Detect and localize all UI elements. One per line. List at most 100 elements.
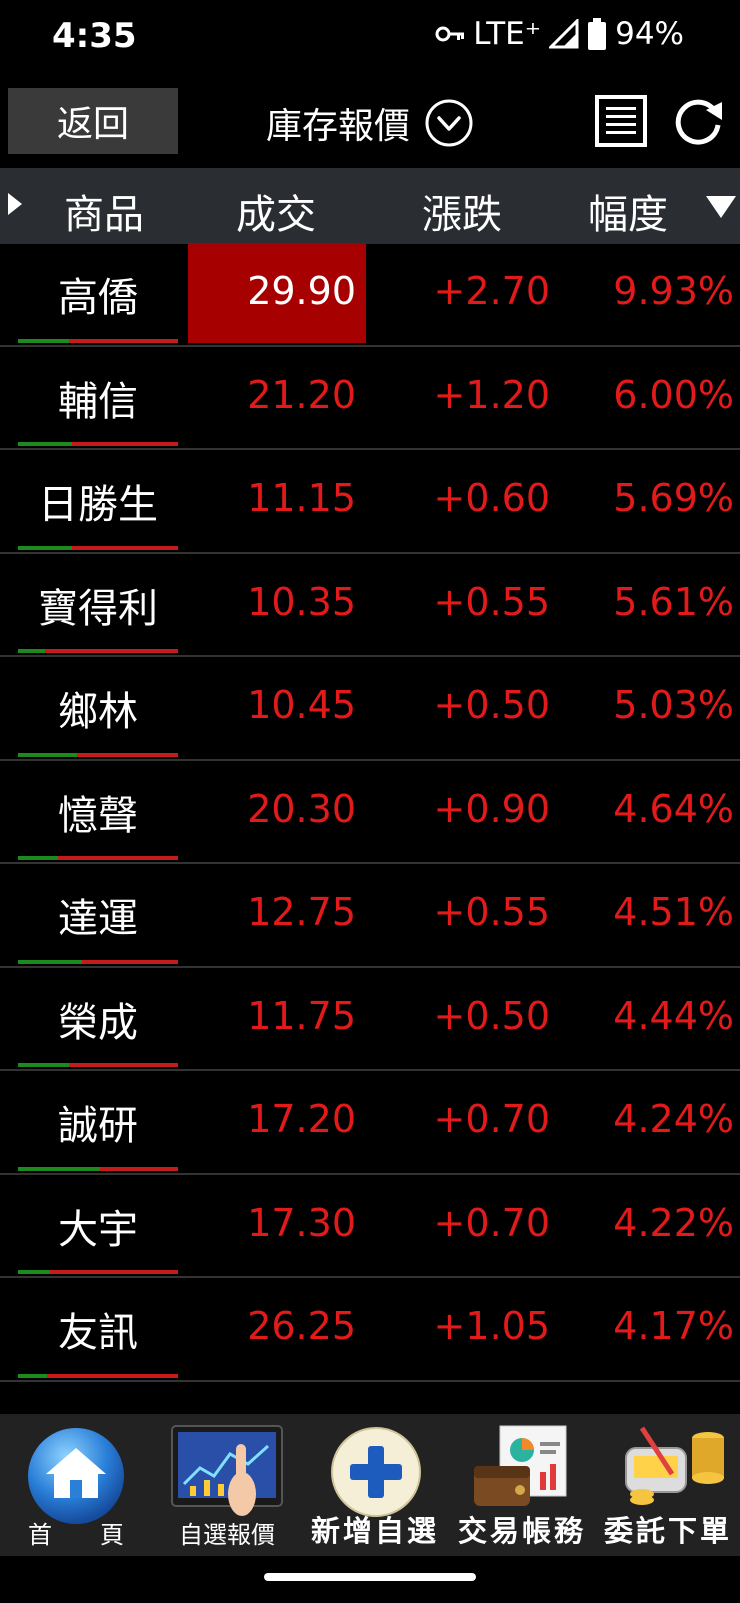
- nav-add-watchlist[interactable]: 新增自選: [302, 1414, 448, 1556]
- ratio-red-segment: [72, 545, 178, 550]
- price-cell: 21.20: [188, 347, 366, 447]
- column-product[interactable]: 商品: [64, 182, 144, 240]
- refresh-icon[interactable]: [672, 94, 726, 148]
- stock-name: 榮成: [58, 999, 138, 1046]
- nav-order-label: 委託下單: [603, 1514, 732, 1548]
- stock-percent: 4.22%: [613, 1200, 734, 1245]
- price-cell: 11.75: [188, 968, 366, 1068]
- stock-name: 寶得利: [38, 585, 158, 632]
- stock-name: 憶聲: [58, 792, 138, 839]
- buy-sell-ratio-bar: [18, 545, 178, 550]
- stock-change: +1.05: [433, 1304, 550, 1348]
- ratio-red-segment: [72, 442, 178, 446]
- stock-row[interactable]: 友訊 26.25 +1.05 4.17%: [0, 1278, 740, 1382]
- price-cell: 17.20: [188, 1071, 366, 1171]
- page-title: 庫存報價: [266, 106, 411, 147]
- price-cell: 17.30: [188, 1175, 366, 1275]
- stock-row[interactable]: 日勝生 11.15 +0.60 5.69%: [0, 450, 740, 554]
- network-type: LTE⁺: [473, 16, 542, 52]
- nav-watchlist[interactable]: 自選報價: [152, 1414, 302, 1556]
- stock-row[interactable]: 榮成 11.75 +0.50 4.44%: [0, 968, 740, 1071]
- stock-price: 10.35: [247, 579, 356, 624]
- stock-percent: 9.93%: [613, 269, 734, 313]
- home-icon: [28, 1428, 124, 1524]
- ratio-red-segment: [82, 959, 178, 964]
- stock-row[interactable]: 達運 12.75 +0.55 4.51%: [0, 864, 740, 968]
- price-cell: 26.25: [188, 1278, 366, 1378]
- chevron-down-circle-icon: [425, 99, 473, 147]
- stock-change: +0.70: [433, 1200, 550, 1245]
- nav-trade-account[interactable]: 交易帳務: [448, 1414, 596, 1556]
- gesture-bar[interactable]: [264, 1573, 476, 1581]
- status-time: 4:35: [52, 16, 137, 56]
- sort-desc-arrow-icon[interactable]: [706, 196, 736, 218]
- buy-sell-ratio-bar: [18, 856, 178, 860]
- column-percent[interactable]: 幅度: [588, 182, 668, 240]
- stock-change: +1.20: [433, 372, 550, 417]
- stock-name: 高僑: [58, 275, 138, 321]
- stock-change: +0.50: [433, 993, 550, 1038]
- price-cell: 10.35: [188, 554, 366, 654]
- stock-percent: 4.17%: [613, 1304, 734, 1348]
- stock-row[interactable]: 誠研 17.20 +0.70 4.24%: [0, 1071, 740, 1175]
- stock-row[interactable]: 鄉林 10.45 +0.50 5.03%: [0, 657, 740, 761]
- nav-home[interactable]: 首 頁: [0, 1414, 152, 1556]
- vpn-key-icon: [435, 26, 465, 42]
- list-menu-icon[interactable]: [594, 94, 648, 148]
- battery-icon: [588, 18, 607, 50]
- back-button[interactable]: 返回: [8, 88, 178, 154]
- ratio-green-segment: [18, 752, 78, 757]
- stock-change: +0.70: [433, 1097, 550, 1141]
- price-cell: 10.45: [188, 657, 366, 757]
- bottom-nav: 首 頁 自選報價 新增自選 交易帳務 委託下單: [0, 1414, 740, 1556]
- stock-percent: 4.24%: [613, 1097, 734, 1141]
- column-price[interactable]: 成交: [236, 182, 316, 240]
- price-cell: 29.90: [188, 243, 366, 343]
- buy-sell-ratio-bar: [18, 1373, 178, 1378]
- nav-place-order[interactable]: 委託下單: [596, 1414, 740, 1556]
- stock-change: +0.55: [433, 890, 550, 934]
- stock-percent: 5.03%: [613, 683, 734, 727]
- stock-name: 日勝生: [38, 482, 158, 528]
- stock-percent: 5.69%: [613, 476, 734, 520]
- add-icon: [331, 1427, 421, 1517]
- ratio-red-segment: [77, 752, 178, 757]
- column-change[interactable]: 漲跌: [422, 182, 502, 240]
- app-bar: 返回 庫存報價: [0, 80, 740, 168]
- watchlist-tablet-icon: [171, 1425, 283, 1516]
- stock-change: +0.50: [433, 683, 550, 727]
- ratio-green-segment: [18, 338, 70, 343]
- buy-sell-ratio-bar: [18, 1063, 178, 1067]
- ratio-green-segment: [18, 442, 73, 446]
- stock-name: 輔信: [58, 378, 138, 425]
- price-cell: 20.30: [188, 761, 366, 861]
- stock-price: 21.20: [247, 372, 356, 417]
- stock-row[interactable]: 寶得利 10.35 +0.55 5.61%: [0, 554, 740, 657]
- stock-name: 大宇: [58, 1206, 138, 1253]
- column-header: 商品 成交 漲跌 幅度: [0, 168, 740, 244]
- stock-percent: 6.00%: [613, 372, 734, 417]
- stock-price: 17.30: [247, 1200, 356, 1245]
- signal-icon: [549, 19, 579, 49]
- nav-add-label: 新增自選: [310, 1514, 439, 1548]
- wallet-report-icon: [474, 1425, 567, 1506]
- scroll-left-arrow-icon[interactable]: [8, 193, 22, 215]
- stock-change: +0.60: [433, 476, 550, 520]
- stock-row[interactable]: 大宇 17.30 +0.70 4.22%: [0, 1175, 740, 1278]
- stock-price: 29.90: [247, 269, 356, 313]
- buy-sell-ratio-bar: [18, 338, 178, 343]
- ratio-green-segment: [18, 1166, 100, 1171]
- ratio-green-segment: [18, 649, 46, 653]
- buy-sell-ratio-bar: [18, 442, 178, 446]
- status-icons: LTE⁺ 94%: [435, 16, 684, 52]
- stock-price: 17.20: [247, 1097, 356, 1141]
- stock-row[interactable]: 憶聲 20.30 +0.90 4.64%: [0, 761, 740, 864]
- stock-row[interactable]: 高僑 29.90 +2.70 9.93%: [0, 243, 740, 347]
- price-cell: 12.75: [188, 864, 366, 964]
- ratio-green-segment: [18, 545, 73, 550]
- stock-row[interactable]: 輔信 21.20 +1.20 6.00%: [0, 347, 740, 450]
- ratio-green-segment: [18, 1063, 70, 1067]
- stock-percent: 4.64%: [613, 786, 734, 831]
- title-dropdown[interactable]: 庫存報價: [266, 92, 474, 154]
- ratio-red-segment: [99, 1166, 178, 1171]
